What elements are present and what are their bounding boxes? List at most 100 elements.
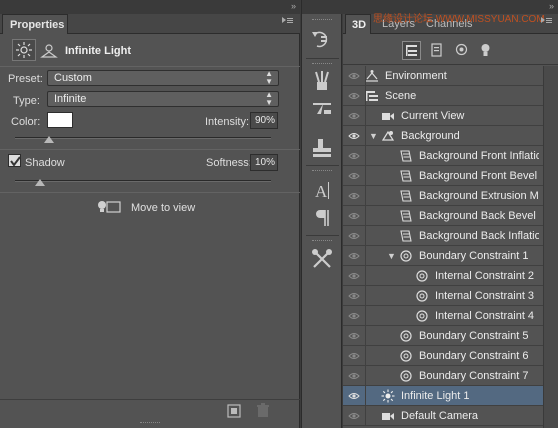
visibility-toggle[interactable] [343, 406, 366, 426]
coordinates-tab-icon[interactable] [40, 42, 58, 60]
visibility-toggle[interactable] [343, 346, 366, 366]
grip-icon[interactable] [312, 19, 332, 22]
scene-tree-row[interactable]: Current View [343, 106, 543, 126]
tab-3d[interactable]: 3D [345, 14, 371, 34]
tools-strip: A [301, 0, 343, 428]
eye-icon [348, 131, 360, 141]
move-to-view-label: Move to view [131, 202, 196, 214]
watermark: 思缘设计论坛 WWW.MISSYUAN.COM [373, 14, 545, 25]
material-icon [399, 229, 413, 243]
trash-icon[interactable] [256, 403, 270, 418]
intensity-field[interactable]: 90% [250, 112, 278, 129]
eye-icon [348, 151, 360, 161]
scene-tree-row[interactable]: Default Camera [343, 406, 543, 426]
softness-slider-thumb[interactable] [35, 179, 45, 186]
material-icon [399, 169, 413, 183]
scene-tree-row[interactable]: Background Back Inflation... [343, 226, 543, 246]
scene-tree-row[interactable]: Boundary Constraint 7 [343, 366, 543, 386]
paragraph-icon[interactable] [309, 205, 335, 231]
filter-lights-button[interactable] [477, 41, 496, 60]
scene-tree-row[interactable]: Boundary Constraint 5 [343, 326, 543, 346]
scene-tree-row-label: Default Camera [401, 410, 479, 422]
visibility-toggle[interactable] [343, 326, 366, 346]
scene-tree-row[interactable]: Background Back Bevel M... [343, 206, 543, 226]
divider [0, 192, 300, 193]
grip-icon[interactable] [312, 63, 332, 66]
visibility-toggle[interactable] [343, 306, 366, 326]
scene-tree-row[interactable]: Internal Constraint 2 [343, 266, 543, 286]
softness-slider-track[interactable] [15, 180, 271, 182]
intensity-slider-thumb[interactable] [44, 136, 54, 143]
eye-icon [348, 311, 360, 321]
scene-tree-row[interactable]: Background Front Bevel M... [343, 166, 543, 186]
visibility-toggle[interactable] [343, 206, 366, 226]
eye-icon [348, 411, 360, 421]
move-to-view-button[interactable]: Move to view [96, 199, 196, 217]
infinite-light-tab-icon[interactable] [12, 39, 36, 61]
eye-icon [348, 371, 360, 381]
visibility-toggle[interactable] [343, 246, 366, 266]
scene-tree-row[interactable]: Boundary Constraint 6 [343, 346, 543, 366]
constraint-icon [399, 369, 413, 383]
eye-icon [348, 391, 360, 401]
scene-tree-row[interactable]: Background Extrusion Ma... [343, 186, 543, 206]
scene-tree-row-label: Background Back Inflation... [419, 230, 539, 242]
scene-tree-row[interactable]: Infinite Light 1 [343, 386, 543, 406]
scene-tree-row[interactable]: ▼ Background [343, 126, 543, 146]
scene-tree-row[interactable]: Background Front Inflatio... [343, 146, 543, 166]
visibility-toggle[interactable] [343, 386, 366, 406]
eye-icon [348, 211, 360, 221]
visibility-toggle[interactable] [343, 226, 366, 246]
grip-icon[interactable] [312, 240, 332, 243]
panel-menu-icon[interactable] [282, 17, 293, 26]
scene-tree-row[interactable]: Internal Constraint 3 [343, 286, 543, 306]
scene-tree-row-label: Infinite Light 1 [401, 390, 470, 402]
visibility-toggle[interactable] [343, 66, 366, 86]
render-icon[interactable] [227, 404, 241, 418]
tab-properties[interactable]: Properties [2, 14, 68, 34]
eye-icon [348, 191, 360, 201]
visibility-toggle[interactable] [343, 286, 366, 306]
softness-field[interactable]: 10% [250, 154, 278, 171]
visibility-toggle[interactable] [343, 86, 366, 106]
color-swatch[interactable] [47, 112, 73, 128]
brush-presets-icon[interactable] [309, 96, 335, 122]
constraint-icon [415, 309, 429, 323]
scene-tree-row[interactable]: ▼ Boundary Constraint 1 [343, 246, 543, 266]
panel-topbar [302, 0, 343, 14]
eye-icon [348, 271, 360, 281]
disclosure-triangle-icon[interactable]: ▼ [369, 131, 378, 141]
tool-presets-icon[interactable] [309, 246, 335, 272]
scene-tree-row[interactable]: Internal Constraint 4 [343, 306, 543, 326]
constraint-icon [399, 249, 413, 263]
scrollbar[interactable] [543, 66, 558, 428]
collapse-panel-icon[interactable]: » [291, 1, 296, 11]
grip-icon[interactable] [312, 170, 332, 173]
filter-whole-scene-button[interactable] [402, 41, 421, 60]
disclosure-triangle-icon[interactable]: ▼ [387, 251, 396, 261]
resize-grip-icon[interactable] [140, 422, 160, 425]
visibility-toggle[interactable] [343, 166, 366, 186]
updown-arrow-icon: ▲ ▼ [265, 69, 273, 86]
preset-select[interactable]: Custom ▲ ▼ [47, 70, 279, 86]
filter-materials-button[interactable] [453, 41, 472, 60]
history-icon[interactable] [309, 26, 335, 52]
panel-menu-icon[interactable] [541, 17, 552, 26]
visibility-toggle[interactable] [343, 266, 366, 286]
clone-source-icon[interactable] [309, 136, 335, 162]
eye-icon [348, 251, 360, 261]
character-icon[interactable]: A [309, 178, 335, 204]
brushes-icon[interactable] [309, 68, 335, 94]
visibility-toggle[interactable] [343, 186, 366, 206]
shadow-checkbox[interactable] [8, 154, 21, 167]
filter-meshes-button[interactable] [428, 41, 447, 60]
scene-tree-row[interactable]: Environment [343, 66, 543, 86]
type-select[interactable]: Infinite ▲ ▼ [47, 91, 279, 107]
visibility-toggle[interactable] [343, 126, 366, 146]
visibility-toggle[interactable] [343, 106, 366, 126]
shadow-label: Shadow [25, 157, 65, 169]
collapse-panel-icon[interactable]: » [549, 1, 554, 11]
visibility-toggle[interactable] [343, 366, 366, 386]
scene-tree-row[interactable]: Scene [343, 86, 543, 106]
visibility-toggle[interactable] [343, 146, 366, 166]
